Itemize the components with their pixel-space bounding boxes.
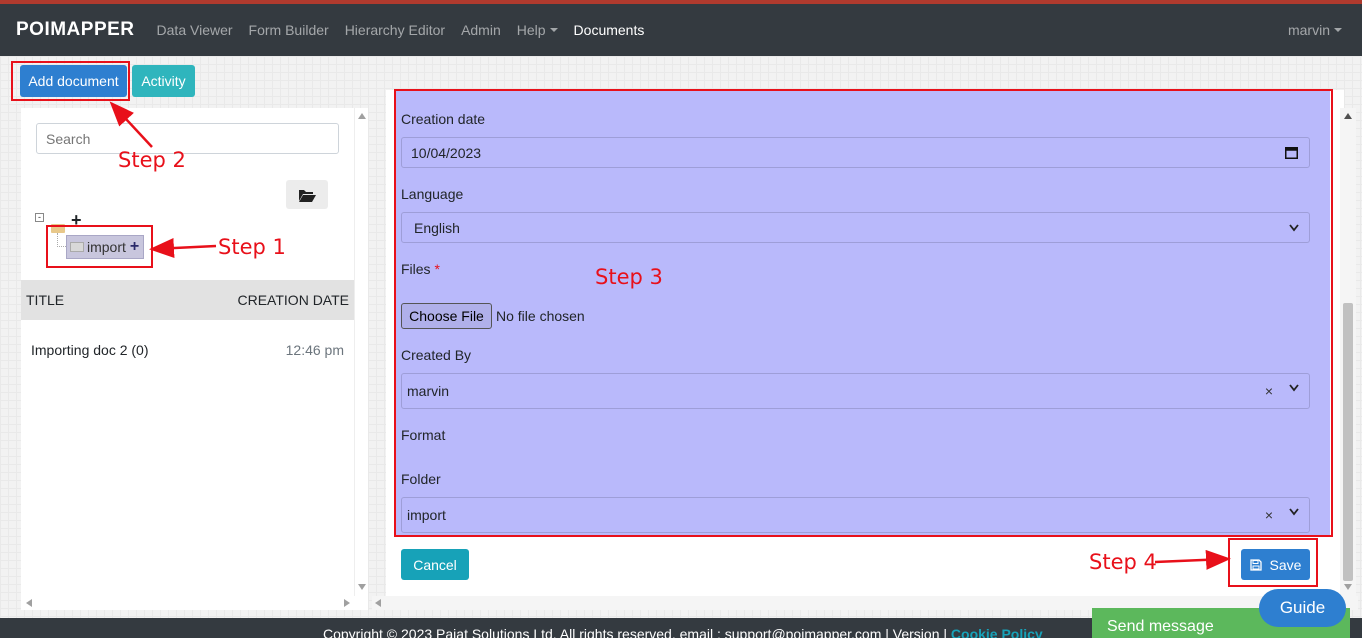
- format-label: Format: [401, 427, 446, 443]
- nav-hierarchy-editor[interactable]: Hierarchy Editor: [337, 22, 453, 38]
- row-title: Importing doc 2 (0): [31, 342, 149, 358]
- nav-form-builder[interactable]: Form Builder: [241, 22, 337, 38]
- created-by-value: marvin: [407, 383, 450, 399]
- chevron-down-icon[interactable]: [1289, 508, 1299, 516]
- scroll-up-icon[interactable]: [1344, 113, 1352, 119]
- table-row[interactable]: Importing doc 2 (0) 12:46 pm: [21, 330, 354, 370]
- add-document-button[interactable]: Add document: [20, 65, 127, 97]
- scroll-down-icon[interactable]: [1344, 584, 1352, 590]
- nav-admin[interactable]: Admin: [453, 22, 509, 38]
- tree-connector: [57, 233, 66, 247]
- sidebar-horizontal-scrollbar[interactable]: [21, 596, 368, 610]
- chevron-down-icon: [1289, 224, 1299, 232]
- step1-label: Step 1: [218, 235, 286, 259]
- footer-copyright: Copyright © 2023 Pajat Solutions Ltd. Al…: [323, 626, 1043, 638]
- language-label: Language: [401, 186, 464, 202]
- language-value: English: [414, 219, 460, 236]
- creation-date-input[interactable]: 10/04/2023: [401, 137, 1310, 168]
- caret-down-icon: [1334, 28, 1342, 32]
- add-root-folder-icon[interactable]: +: [71, 211, 82, 229]
- file-status-text: No file chosen: [496, 308, 585, 324]
- tree-collapse-icon[interactable]: -: [35, 213, 44, 222]
- column-title[interactable]: TITLE: [26, 292, 64, 308]
- folder-select[interactable]: import ×: [401, 497, 1310, 533]
- nav-help-dropdown[interactable]: Help: [509, 22, 566, 38]
- save-button[interactable]: Save: [1241, 549, 1310, 580]
- choose-file-button[interactable]: Choose File: [401, 303, 492, 329]
- open-folder-button[interactable]: [286, 180, 328, 209]
- scroll-left-icon[interactable]: [375, 599, 381, 607]
- activity-button[interactable]: Activity: [132, 65, 195, 97]
- nav-help-label: Help: [516, 22, 546, 38]
- scroll-left-icon[interactable]: [26, 599, 32, 607]
- documents-sidebar: - + import + TITLE CREATION DATE Importi…: [21, 108, 354, 596]
- caret-down-icon: [549, 28, 558, 32]
- scroll-up-icon[interactable]: [358, 113, 366, 119]
- folder-open-icon: [299, 189, 316, 202]
- step2-label: Step 2: [118, 148, 186, 172]
- scroll-down-icon[interactable]: [358, 584, 366, 590]
- brand-logo[interactable]: POIMAPPER: [16, 19, 135, 41]
- footer-text: Copyright © 2023 Pajat Solutions Ltd. Al…: [323, 626, 951, 638]
- folder-label: Folder: [401, 471, 441, 487]
- folder-icon: [51, 224, 65, 233]
- user-menu[interactable]: marvin: [1288, 22, 1342, 38]
- add-document-plus-icon[interactable]: +: [130, 238, 139, 256]
- column-creation-date[interactable]: CREATION DATE: [238, 292, 350, 308]
- row-date: 12:46 pm: [285, 342, 344, 358]
- user-name: marvin: [1287, 22, 1330, 38]
- documents-table-header: TITLE CREATION DATE: [21, 280, 354, 320]
- top-navbar: POIMAPPER Data Viewer Form Builder Hiera…: [0, 4, 1362, 56]
- clear-selection-icon[interactable]: ×: [1265, 507, 1273, 523]
- cancel-button[interactable]: Cancel: [401, 549, 469, 580]
- search-input[interactable]: [36, 123, 339, 154]
- step4-label: Step 4: [1089, 550, 1157, 574]
- save-label: Save: [1269, 556, 1302, 573]
- guide-button[interactable]: Guide: [1259, 589, 1346, 627]
- folder-value: import: [407, 507, 446, 523]
- nav-documents[interactable]: Documents: [566, 22, 653, 38]
- files-label: Files *: [401, 261, 440, 277]
- nav-data-viewer[interactable]: Data Viewer: [149, 22, 241, 38]
- tree-folder-import[interactable]: import +: [66, 235, 144, 259]
- created-by-select[interactable]: marvin ×: [401, 373, 1310, 409]
- tree-folder-label: import: [87, 239, 126, 255]
- creation-date-value: 10/04/2023: [411, 144, 482, 161]
- clear-selection-icon[interactable]: ×: [1265, 383, 1273, 399]
- floppy-disk-icon: [1249, 558, 1262, 571]
- creation-date-label: Creation date: [401, 111, 486, 127]
- form-scrollbar-thumb[interactable]: [1343, 303, 1353, 581]
- chevron-down-icon[interactable]: [1289, 384, 1299, 392]
- required-marker: *: [434, 261, 440, 277]
- sidebar-scrollbar[interactable]: [354, 108, 368, 596]
- folder-icon: [70, 242, 84, 252]
- cookie-policy-link[interactable]: Cookie Policy: [951, 626, 1043, 638]
- nav-links: Data Viewer Form Builder Hierarchy Edito…: [149, 22, 653, 38]
- created-by-label: Created By: [401, 347, 472, 363]
- step3-label: Step 3: [595, 265, 663, 289]
- language-select[interactable]: English: [401, 212, 1310, 243]
- files-label-text: Files: [401, 261, 431, 277]
- calendar-icon[interactable]: [1285, 146, 1298, 159]
- scroll-right-icon[interactable]: [344, 599, 350, 607]
